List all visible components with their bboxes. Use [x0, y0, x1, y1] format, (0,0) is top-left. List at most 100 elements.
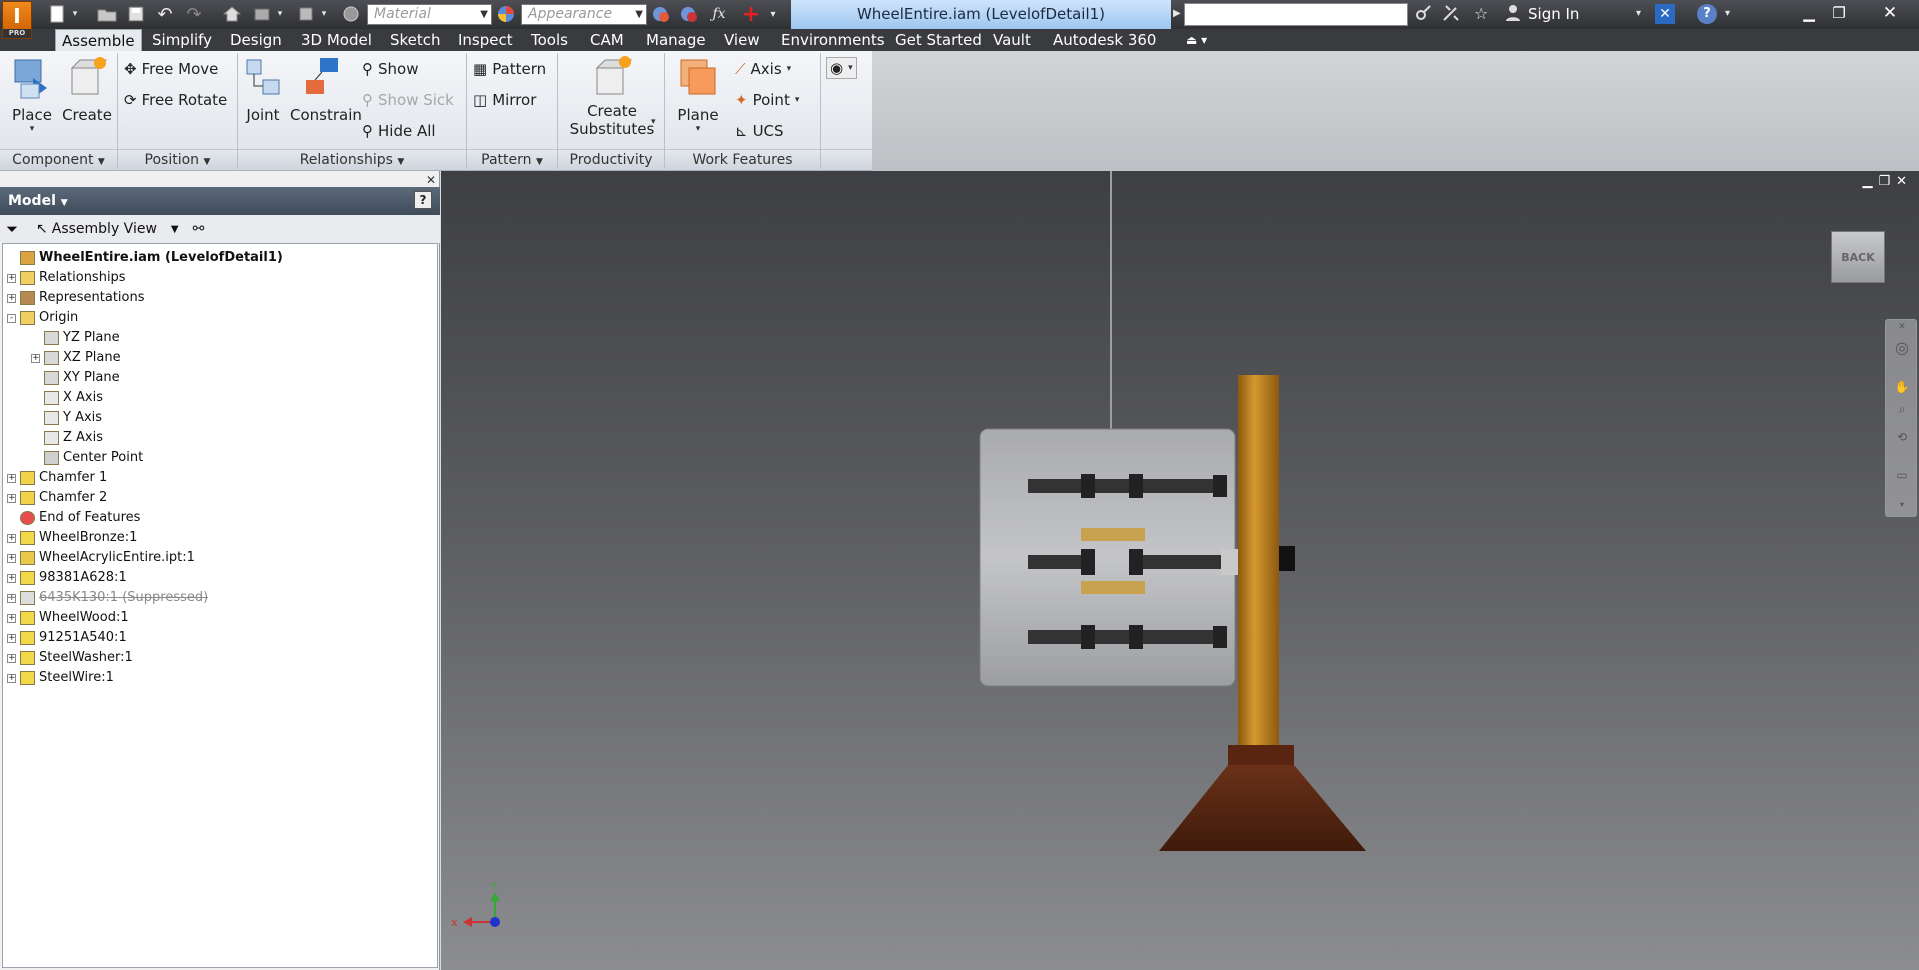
show-button[interactable]: ⚲ Show	[362, 57, 418, 81]
tree-node[interactable]: Y Axis	[31, 408, 102, 428]
help-search-input[interactable]	[1184, 3, 1408, 26]
expand-icon[interactable]: +	[7, 473, 16, 483]
expand-icon[interactable]: +	[7, 493, 16, 503]
material-select[interactable]: Material ▼	[367, 4, 492, 25]
tab-vault[interactable]: Vault	[987, 29, 1037, 51]
expand-icon[interactable]: +	[7, 553, 16, 563]
tab-sketch[interactable]: Sketch	[384, 29, 447, 51]
appearance-select[interactable]: Appearance ▼	[521, 4, 647, 25]
tab-manage[interactable]: Manage	[640, 29, 712, 51]
redo-icon[interactable]: ↷	[183, 4, 205, 25]
tree-node[interactable]: YZ Plane	[31, 328, 120, 348]
tree-node[interactable]: + WheelAcrylicEntire.ipt:1	[7, 548, 195, 568]
appearance-ball-icon[interactable]	[496, 4, 516, 24]
show-sick-button[interactable]: ⚲ Show Sick	[362, 88, 454, 112]
tree-node[interactable]: + WheelWood:1	[7, 608, 129, 628]
create-substitutes-button[interactable]: Create Substitutes	[566, 54, 658, 138]
tab-cam[interactable]: CAM	[584, 29, 630, 51]
subscription-tools-icon[interactable]	[1442, 4, 1460, 26]
filter-icon[interactable]: ⏷	[6, 220, 18, 238]
tree-node[interactable]: + Chamfer 2	[7, 488, 107, 508]
help-dropdown-icon[interactable]: ▾	[1725, 8, 1730, 19]
free-rotate-button[interactable]: ⟳ Free Rotate	[124, 88, 227, 112]
exchange-apps-icon[interactable]: ✕	[1655, 4, 1675, 24]
tree-node[interactable]: + XZ Plane	[31, 348, 121, 368]
minimize-window-icon[interactable]: ▁	[1795, 2, 1823, 24]
tree-node[interactable]: End of Features	[7, 508, 140, 528]
undo-icon[interactable]: ↶	[154, 4, 176, 25]
place-button[interactable]: Place ▾	[8, 54, 56, 134]
tab-tools[interactable]: Tools	[525, 29, 574, 51]
plane-button[interactable]: Plane ▾	[672, 54, 724, 134]
tree-node[interactable]: +6435K130:1 (Suppressed)	[7, 588, 208, 608]
sign-in-link[interactable]: Sign In	[1528, 5, 1579, 23]
view-dropdown-icon[interactable]: ▼	[171, 224, 179, 235]
expand-icon[interactable]: +	[7, 293, 16, 303]
search-binoculars-icon[interactable]	[1414, 4, 1432, 26]
expand-icon[interactable]: +	[7, 593, 16, 603]
ribbon-options-button[interactable]: ◉ ▾	[826, 57, 857, 79]
parameters-fx-icon[interactable]: ƒx	[708, 4, 730, 24]
browser-help-icon[interactable]: ?	[414, 191, 432, 209]
tab-assemble[interactable]: Assemble	[55, 29, 142, 51]
find-binoculars-icon[interactable]: ⚯	[193, 221, 205, 237]
component-group-label[interactable]: Component ▼	[0, 149, 117, 170]
tree-node[interactable]: + WheelBronze:1	[7, 528, 137, 548]
tab-get-started[interactable]: Get Started	[889, 29, 988, 51]
browser-header[interactable]: Model ▼ ?	[0, 187, 440, 215]
save-icon[interactable]	[125, 4, 147, 24]
tree-node[interactable]: + SteelWire:1	[7, 668, 114, 688]
pattern-group-label[interactable]: Pattern ▼	[467, 149, 557, 170]
customize-dropdown-icon[interactable]: ▾	[766, 4, 780, 24]
expand-icon[interactable]: +	[7, 613, 16, 623]
joint-button[interactable]: Joint	[243, 54, 283, 124]
favorites-star-icon[interactable]: ☆	[1474, 4, 1488, 23]
tab-simplify[interactable]: Simplify	[146, 29, 218, 51]
expand-icon[interactable]: +	[7, 633, 16, 643]
tab-inspect[interactable]: Inspect	[452, 29, 519, 51]
app-menu-button[interactable]: I PRO	[2, 1, 32, 39]
tree-node[interactable]: Center Point	[31, 448, 143, 468]
hide-all-button[interactable]: ⚲ Hide All	[362, 119, 436, 143]
home-icon[interactable]	[221, 4, 243, 24]
tab-view[interactable]: View	[718, 29, 766, 51]
new-dropdown-icon[interactable]: ▾	[68, 4, 82, 24]
sign-in-dropdown-icon[interactable]: ▾	[1636, 8, 1641, 19]
open-folder-icon[interactable]	[96, 4, 118, 24]
update-icon[interactable]	[251, 4, 273, 24]
expand-icon[interactable]: +	[7, 273, 16, 283]
axis-button[interactable]: ⟋ Axis ▾	[735, 57, 791, 81]
tree-node[interactable]: + Representations	[7, 288, 145, 308]
tab-3d-model[interactable]: 3D Model	[295, 29, 378, 51]
expand-arrow-icon[interactable]: ▶	[1173, 8, 1181, 19]
select-dropdown-icon[interactable]: ▾	[318, 4, 330, 24]
free-move-button[interactable]: ✥ Free Move	[124, 57, 218, 81]
tree-node[interactable]: Z Axis	[31, 428, 103, 448]
color-override-icon[interactable]	[340, 4, 362, 24]
expand-icon[interactable]: +	[7, 533, 16, 543]
mirror-button[interactable]: ◫ Mirror	[473, 88, 536, 112]
clear-appearance-icon[interactable]	[678, 4, 700, 24]
graphics-viewport[interactable]: ▁❐✕ BACK ✕ ◎ ✋ ⌕ ⟲ ▭ ▾ x Y	[441, 171, 1919, 970]
new-file-icon[interactable]	[46, 4, 68, 24]
tab-design[interactable]: Design	[224, 29, 288, 51]
update-dropdown-icon[interactable]: ▾	[274, 4, 286, 24]
tree-node[interactable]: + Chamfer 1	[7, 468, 107, 488]
wheel-assembly-model[interactable]: x Y	[441, 171, 1919, 970]
select-mode-icon[interactable]	[296, 4, 318, 24]
create-substitutes-dropdown-icon[interactable]: ▾	[651, 117, 656, 127]
tree-node[interactable]: +98381A628:1	[7, 568, 127, 588]
restore-window-icon[interactable]: ❐	[1825, 2, 1853, 24]
ribbon-minimize-icon[interactable]: ⏏ ▾	[1180, 29, 1213, 51]
view-select[interactable]: ↖ Assembly View	[36, 221, 157, 237]
relationships-group-label[interactable]: Relationships ▼	[238, 149, 466, 170]
position-group-label[interactable]: Position ▼	[118, 149, 237, 170]
productivity-group-label[interactable]: Productivity	[558, 149, 664, 170]
tab-environments[interactable]: Environments	[775, 29, 891, 51]
tree-node[interactable]: WheelEntire.iam (LevelofDetail1)	[7, 248, 283, 268]
expand-icon[interactable]: +	[7, 673, 16, 683]
tree-node[interactable]: + SteelWasher:1	[7, 648, 133, 668]
tree-node[interactable]: XY Plane	[31, 368, 120, 388]
close-window-icon[interactable]: ✕	[1870, 2, 1910, 24]
tree-node[interactable]: X Axis	[31, 388, 103, 408]
